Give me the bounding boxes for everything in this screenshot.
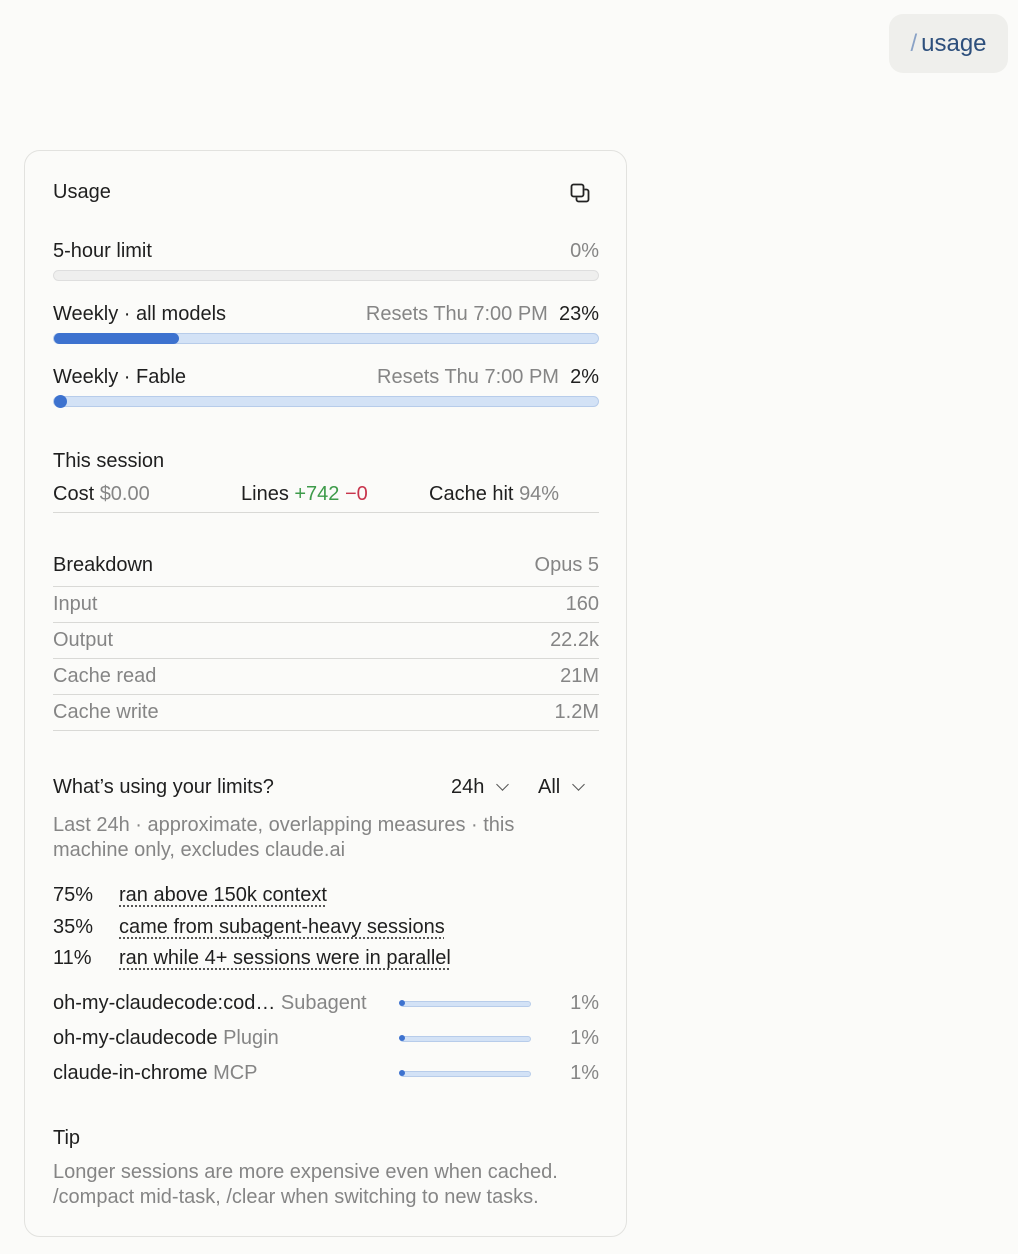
limit-weekly-fable-percent: 2% [570, 366, 599, 388]
tip-line2: /compact mid-task, /clear when switching… [53, 1186, 539, 1208]
session-cache-label: Cache hit [429, 483, 514, 505]
limit-weekly-fable-bar [53, 395, 599, 408]
source-row: claude-in-chrome MCP [53, 1062, 258, 1085]
session-lines-added: +742 [294, 483, 340, 505]
limit-weekly-all-info: Resets Thu 7:00 PM 23% [366, 303, 599, 326]
command-text: usage [921, 29, 987, 57]
session-cache-value: 94% [519, 483, 560, 505]
tip-line1: Longer sessions are more expensive even … [53, 1161, 558, 1183]
limit-weekly-fable-info: Resets Thu 7:00 PM 2% [377, 366, 599, 389]
session-title: This session [53, 450, 165, 472]
limits-note-line1: Last 24h · approximate, overlapping meas… [53, 814, 515, 836]
usage-command-bubble: / usage [889, 14, 1008, 73]
breakdown-cache-read-label: Cache read [53, 665, 157, 687]
copy-icon[interactable] [570, 183, 590, 203]
usage-card: Usage 5-hour limit 0% Weekly · all model… [24, 150, 627, 1237]
session-lines: Lines +742 −0 [241, 483, 368, 506]
breakdown-row-divider [53, 658, 599, 659]
breakdown-output-value: 22.2k [550, 629, 599, 651]
source-kind: Plugin [223, 1027, 279, 1049]
breakdown-input-label: Input [53, 593, 98, 615]
source-bar [399, 1070, 531, 1077]
limits-usage-title: What’s using your limits? [53, 776, 274, 798]
source-bar [399, 1000, 531, 1007]
breakdown-title: Breakdown [53, 554, 154, 576]
source-kind: Subagent [280, 992, 367, 1014]
source-name: oh-my-claudecode:cod… [53, 992, 276, 1014]
session-lines-removed: −0 [345, 483, 368, 505]
factor-percent: 35% [53, 916, 94, 938]
filter-dropdown[interactable]: All [538, 776, 586, 799]
breakdown-row-divider [53, 730, 599, 731]
session-lines-label: Lines [241, 483, 289, 505]
source-bar-marker [399, 1000, 405, 1006]
breakdown-divider [53, 586, 599, 587]
factor-link[interactable]: ran while 4+ sessions were in parallel [119, 947, 451, 970]
source-name: claude-in-chrome [53, 1062, 208, 1084]
card-title: Usage [53, 181, 111, 203]
breakdown-cache-read-value: 21M [560, 665, 599, 687]
filter-dropdown-value: All [538, 776, 561, 798]
session-divider [53, 512, 599, 513]
limit-weekly-all-reset: Resets Thu 7:00 PM [365, 303, 548, 325]
factor-percent: 11% [53, 947, 92, 969]
source-row: oh-my-claudecode:cod… Subagent [53, 992, 367, 1015]
limit-weekly-fable-marker [54, 395, 67, 408]
limit-weekly-all-fill [54, 333, 180, 344]
limits-note-line2: machine only, excludes claude.ai [53, 839, 346, 861]
breakdown-cache-write-label: Cache write [53, 701, 159, 723]
limit-weekly-all-bar [53, 333, 599, 344]
source-bar-marker [399, 1035, 405, 1041]
range-dropdown-value: 24h [451, 776, 485, 798]
limit-weekly-fable-label: Weekly · Fable [53, 366, 187, 388]
breakdown-model: Opus 5 [534, 554, 599, 576]
breakdown-row-divider [53, 694, 599, 695]
breakdown-cache-write-value: 1.2M [554, 701, 599, 723]
limit-5hour-percent: 0% [570, 240, 599, 262]
factor-link[interactable]: came from subagent-heavy sessions [119, 916, 445, 939]
session-cost-label: Cost [53, 483, 95, 505]
limit-5hour-label: 5-hour limit [53, 240, 152, 262]
source-bar-marker [399, 1070, 405, 1076]
command-slash: / [910, 29, 918, 57]
limit-weekly-all-label: Weekly · all models [53, 303, 227, 325]
session-cost: Cost $0.00 [53, 483, 150, 506]
limit-weekly-fable-reset: Resets Thu 7:00 PM [377, 366, 559, 388]
factor-percent: 75% [53, 884, 94, 906]
tip-title: Tip [53, 1127, 81, 1149]
source-percent: 1% [570, 992, 599, 1014]
source-bar [399, 1035, 531, 1042]
factor-link[interactable]: ran above 150k context [119, 884, 327, 907]
source-name: oh-my-claudecode [53, 1027, 218, 1049]
breakdown-input-value: 160 [565, 593, 599, 615]
session-cost-value: $0.00 [99, 483, 150, 505]
limit-weekly-all-percent: 23% [558, 303, 599, 325]
chevron-down-icon [572, 778, 586, 791]
range-dropdown[interactable]: 24h [451, 776, 510, 799]
session-cache: Cache hit 94% [429, 483, 559, 506]
source-percent: 1% [570, 1062, 599, 1084]
limit-5hour-bar [53, 270, 599, 281]
chevron-down-icon [496, 778, 510, 791]
breakdown-output-label: Output [53, 629, 114, 651]
breakdown-row-divider [53, 622, 599, 623]
source-row: oh-my-claudecode Plugin [53, 1027, 279, 1050]
source-kind: MCP [213, 1062, 258, 1084]
source-percent: 1% [570, 1027, 599, 1049]
